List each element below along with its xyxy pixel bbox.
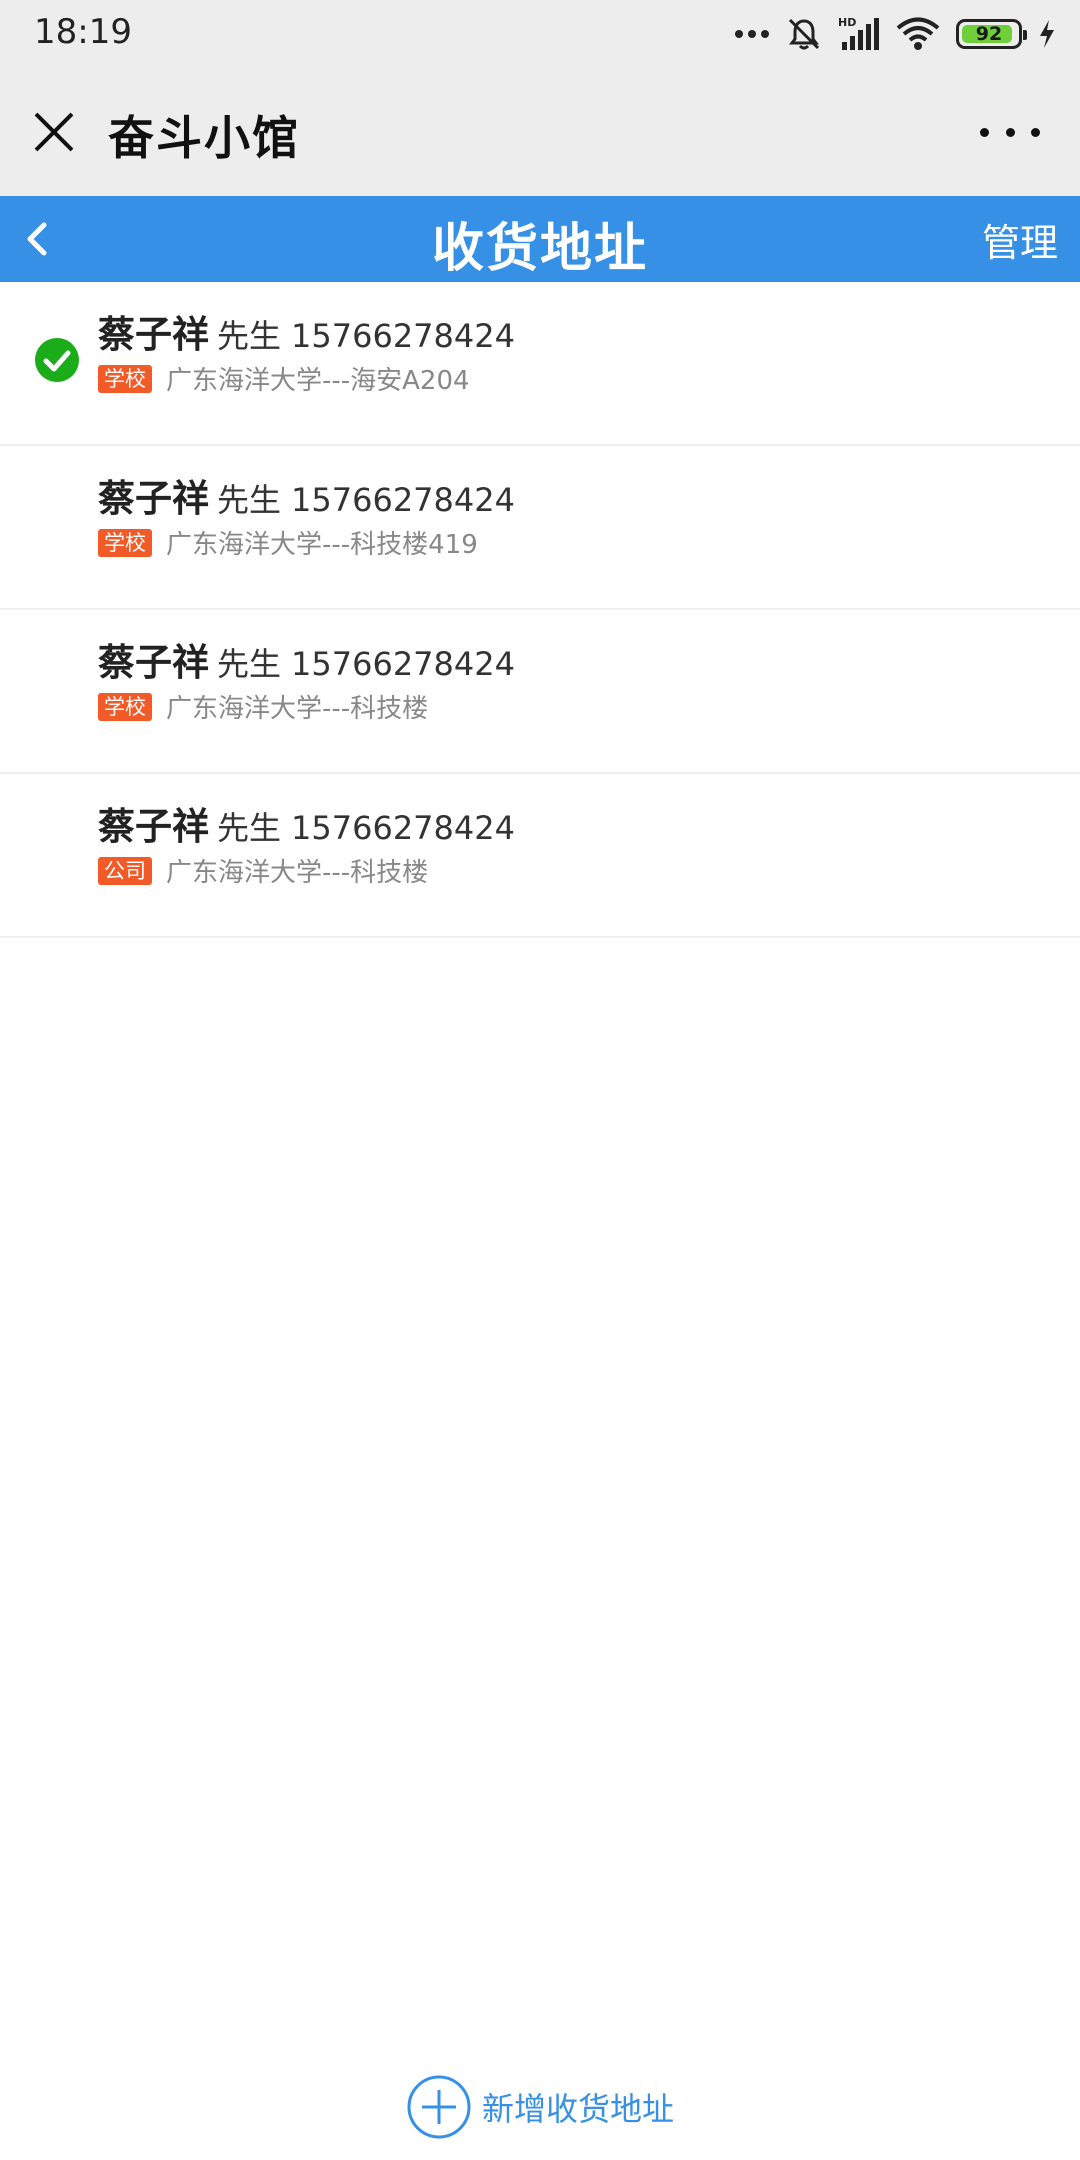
address-title: 先生 <box>217 645 282 683</box>
page-title: 收货地址 <box>431 219 648 279</box>
add-address-button[interactable]: 新增收货地址 <box>0 2072 1080 2142</box>
status-time: 18:19 <box>34 12 132 52</box>
more-dot <box>980 127 989 137</box>
battery-icon: 92 <box>956 19 1027 49</box>
address-text: 广东海洋大学---科技楼419 <box>166 530 478 560</box>
address-list: 蔡子祥 先生 15766278424 学校 广东海洋大学---海安A204 蔡子祥先… <box>0 282 1080 938</box>
address-contact: 蔡子祥 先生 15766278424 <box>98 632 515 686</box>
address-text: 广东海洋大学---科技楼 <box>166 694 429 724</box>
more-menu-button[interactable] <box>980 114 1040 150</box>
mini-program-header: 奋斗小馆 <box>0 66 1080 196</box>
address-name: 蔡子祥 <box>98 477 209 520</box>
address-title: 先生 <box>217 481 282 519</box>
status-bar: 18:19 HD 92 <box>0 0 1080 66</box>
status-icons: HD 92 <box>734 14 1056 54</box>
plus-circle-icon <box>406 2074 472 2140</box>
manage-button[interactable]: 管理 <box>982 212 1058 267</box>
address-contact: 蔡子祥 先生 15766278424 <box>98 468 515 522</box>
address-name: 蔡子祥 <box>98 313 209 356</box>
mute-bell-icon <box>786 16 822 52</box>
address-phone: 15766278424 <box>291 481 515 519</box>
address-title: 先生 <box>217 809 282 847</box>
address-name: 蔡子祥 <box>98 641 209 684</box>
address-phone: 15766278424 <box>291 809 515 847</box>
address-tag: 学校 <box>98 692 152 721</box>
battery-tip <box>1023 30 1027 40</box>
close-icon[interactable] <box>28 106 80 158</box>
address-item[interactable]: 蔡子祥 先生 15766278424 学校 广东海洋大学---科技楼 <box>0 610 1080 774</box>
address-text: 广东海洋大学---科技楼 <box>166 858 429 888</box>
more-dot <box>1031 127 1040 137</box>
address-detail: 公司 广东海洋大学---科技楼 <box>98 852 428 889</box>
mini-program-title: 奋斗小馆 <box>108 111 300 165</box>
address-detail: 学校 广东海洋大学---科技楼 <box>98 688 428 725</box>
address-tag: 学校 <box>98 364 152 393</box>
address-item[interactable]: 蔡子祥 先生 15766278424 学校 广东海洋大学---科技楼419 <box>0 446 1080 610</box>
battery-level: 92 <box>975 23 1003 45</box>
network-label: HD <box>838 16 856 29</box>
address-item[interactable]: 蔡子祥 先生 15766278424 公司 广东海洋大学---科技楼 <box>0 774 1080 938</box>
address-detail: 学校 广东海洋大学---科技楼419 <box>98 524 478 561</box>
charging-bolt-icon <box>1038 19 1056 49</box>
signal-icon: HD <box>838 16 880 52</box>
address-text: 广东海洋大学---海安A204 <box>166 366 470 396</box>
address-contact: 蔡子祥 先生 15766278424 <box>98 796 515 850</box>
address-name: 蔡子祥 <box>98 805 209 848</box>
address-detail: 学校 广东海洋大学---海安A204 <box>98 360 470 397</box>
nav-bar: 收货地址 管理 <box>0 196 1080 282</box>
address-phone: 15766278424 <box>291 317 515 355</box>
address-phone: 15766278424 <box>291 645 515 683</box>
address-title: 先生 <box>217 317 282 355</box>
more-dot <box>1005 127 1015 137</box>
address-item[interactable]: 蔡子祥 先生 15766278424 学校 广东海洋大学---海安A204 <box>0 282 1080 446</box>
address-tag: 学校 <box>98 528 152 557</box>
add-address-label: 新增收货地址 <box>481 2090 674 2128</box>
more-dots-icon <box>734 29 770 39</box>
wifi-icon <box>896 17 940 51</box>
page: 18:19 HD 92 奋斗小馆 收货地址 管理 蔡子祥 先生 15766278… <box>0 0 1080 2160</box>
address-contact: 蔡子祥 先生 15766278424 <box>98 304 515 358</box>
address-tag: 公司 <box>98 856 152 885</box>
check-circle-icon <box>34 337 80 383</box>
